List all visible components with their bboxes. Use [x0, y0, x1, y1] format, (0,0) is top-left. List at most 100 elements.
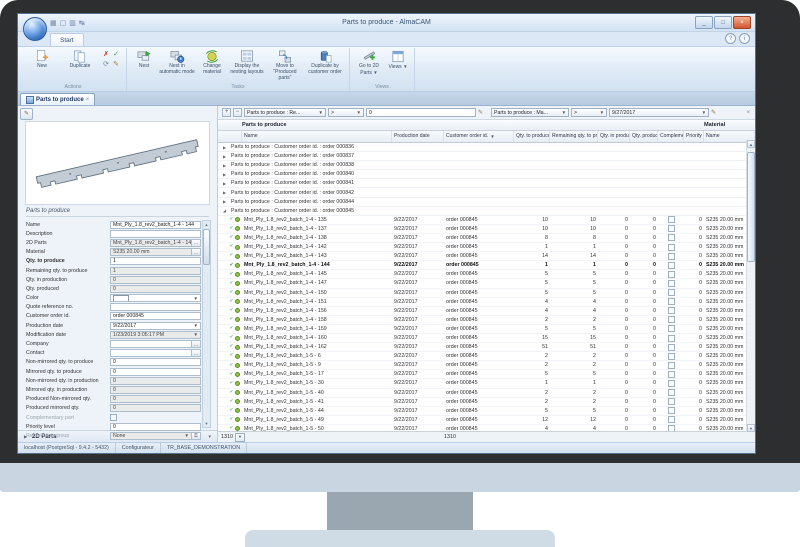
group-row[interactable]: ▶Parts to produce : Customer order id. :…: [218, 161, 747, 170]
complementary-checkbox[interactable]: [668, 371, 675, 378]
complementary-checkbox[interactable]: [668, 271, 675, 278]
complementary-checkbox[interactable]: [668, 244, 675, 251]
field-input[interactable]: 9/22/2017▼: [110, 322, 201, 330]
column-header[interactable]: Customer order id. ▼: [444, 131, 514, 142]
complementary-checkbox[interactable]: [668, 416, 675, 423]
column-header[interactable]: Qty. in production: [598, 131, 630, 142]
field-input[interactable]: [110, 303, 201, 311]
field-browse-button[interactable]: …: [192, 239, 201, 247]
field-input[interactable]: 1: [110, 257, 201, 265]
filter-field-1-select[interactable]: Parts to produce : Re...▼: [244, 108, 326, 117]
field-input[interactable]: S235 20.00 mm: [110, 248, 192, 256]
field-input[interactable]: 0: [110, 423, 201, 431]
complementary-checkbox[interactable]: [668, 325, 675, 332]
complementary-checkbox[interactable]: [668, 225, 675, 232]
table-scroll-thumb[interactable]: [747, 152, 755, 262]
expand-group-icon[interactable]: ▶: [223, 163, 228, 168]
field-input[interactable]: 0: [110, 276, 201, 284]
complementary-checkbox[interactable]: [668, 253, 675, 260]
field-input[interactable]: 0: [110, 368, 201, 376]
chevron-down-icon[interactable]: ▼: [194, 296, 198, 301]
field-input[interactable]: 0: [110, 395, 201, 403]
complementary-checkbox[interactable]: [668, 234, 675, 241]
edit-filter-2-icon[interactable]: ✎: [711, 109, 716, 116]
table-row[interactable]: ✓Mnt_Ply_1.8_rev2_batch_1-4 - 1569/22/20…: [218, 307, 747, 316]
complementary-part-checkbox[interactable]: [110, 414, 117, 421]
ribbon-tab-start[interactable]: Start: [50, 33, 84, 46]
table-row[interactable]: ✓Mnt_Ply_1.8_rev2_batch_1-4 - 1449/22/20…: [218, 261, 747, 270]
table-row[interactable]: ✓Mnt_Ply_1.8_rev2_batch_1-5 - 419/22/201…: [218, 398, 747, 407]
table-row[interactable]: ✓Mnt_Ply_1.8_rev2_batch_1-4 - 1389/22/20…: [218, 234, 747, 243]
delete-icon[interactable]: ✗: [101, 50, 111, 60]
field-input[interactable]: 0: [110, 377, 201, 385]
column-header[interactable]: Name: [242, 131, 392, 142]
group-row[interactable]: ▶Parts to produce : Customer order id. :…: [218, 143, 747, 152]
collapse-group-icon[interactable]: ◢: [223, 208, 228, 213]
table-row[interactable]: ✓Mnt_Ply_1.8_rev2_batch_1-4 - 1609/22/20…: [218, 334, 747, 343]
duplicate-button[interactable]: Duplicate: [61, 48, 99, 70]
filter-value-1-input[interactable]: 0: [366, 108, 476, 117]
table-row[interactable]: ✓Mnt_Ply_1.8_rev2_batch_1-4 - 1509/22/20…: [218, 289, 747, 298]
summary-dropdown[interactable]: ▼: [235, 433, 245, 442]
chevron-down-icon[interactable]: ▼: [194, 332, 198, 337]
table-row[interactable]: ✓Mnt_Ply_1.8_rev2_batch_1-4 - 1439/22/20…: [218, 252, 747, 261]
field-input[interactable]: 1: [110, 267, 201, 275]
field-input[interactable]: order 000845: [110, 312, 201, 320]
nest-automatic-button[interactable]: Nest in automatic mode: [158, 48, 196, 76]
table-row[interactable]: ✓Mnt_Ply_1.8_rev2_batch_1-4 - 1359/22/20…: [218, 216, 747, 225]
edit-part-button[interactable]: ✎: [20, 108, 33, 120]
field-input[interactable]: [110, 349, 192, 357]
expand-group-icon[interactable]: ▶: [223, 172, 228, 177]
field-input[interactable]: None▼: [110, 432, 192, 440]
scroll-down-icon[interactable]: ▼: [203, 420, 210, 427]
go-to-2d-parts-button[interactable]: Go to 2D Parts ▼: [353, 48, 385, 77]
filter-icon[interactable]: ▼: [490, 131, 494, 142]
refresh-icon[interactable]: ⟳: [101, 60, 111, 70]
table-row[interactable]: ✓Mnt_Ply_1.8_rev2_batch_1-5 - 409/22/201…: [218, 389, 747, 398]
complementary-checkbox[interactable]: [668, 389, 675, 396]
complementary-checkbox[interactable]: [668, 280, 675, 287]
complementary-checkbox[interactable]: [668, 344, 675, 351]
complementary-checkbox[interactable]: [668, 362, 675, 369]
part-preview[interactable]: [25, 121, 210, 205]
complementary-checkbox[interactable]: [668, 307, 675, 314]
column-header[interactable]: Remaining qty. to produce: [550, 131, 598, 142]
filter-operator-2-select[interactable]: >▼: [571, 108, 607, 117]
table-row[interactable]: ✓Mnt_Ply_1.8_rev2_batch_1-4 - 1589/22/20…: [218, 316, 747, 325]
tab-parts-to-produce[interactable]: Parts to produce ×: [20, 93, 95, 105]
field-browse-button[interactable]: ⚿: [192, 432, 201, 440]
new-button[interactable]: New: [23, 48, 61, 70]
complementary-checkbox[interactable]: [668, 380, 675, 387]
field-input[interactable]: 1/23/2019 3:05:17 PM▼: [110, 331, 201, 339]
complementary-checkbox[interactable]: [668, 353, 675, 360]
table-row[interactable]: ✓Mnt_Ply_1.8_rev2_batch_1-5 - 449/22/201…: [218, 407, 747, 416]
move-to-produced-button[interactable]: Move to "Produced parts": [266, 48, 304, 81]
add-filter-button[interactable]: +: [222, 108, 231, 117]
help-icon[interactable]: ?: [725, 33, 736, 44]
table-row[interactable]: ✓Mnt_Ply_1.8_rev2_batch_1-4 - 1519/22/20…: [218, 298, 747, 307]
panel-scrollbar[interactable]: ▲ ▼: [202, 220, 211, 428]
panel-close-icon[interactable]: ×: [746, 110, 751, 116]
expand-group-icon[interactable]: ▶: [223, 199, 228, 204]
collapse-indicator-icon[interactable]: ▾: [208, 434, 211, 440]
chevron-down-icon[interactable]: ▼: [194, 323, 198, 328]
close-button[interactable]: ×: [733, 16, 751, 29]
field-input[interactable]: ▼: [110, 294, 201, 302]
table-row[interactable]: ✓Mnt_Ply_1.8_rev2_batch_1-4 - 1629/22/20…: [218, 343, 747, 352]
complementary-checkbox[interactable]: [668, 298, 675, 305]
table-row[interactable]: ✓Mnt_Ply_1.8_rev2_batch_1-5 - 179/22/201…: [218, 370, 747, 379]
field-input[interactable]: 0: [110, 404, 201, 412]
field-browse-button[interactable]: …: [192, 349, 201, 357]
expand-group-icon[interactable]: ▶: [223, 190, 228, 195]
complementary-checkbox[interactable]: [668, 262, 675, 269]
field-input[interactable]: [110, 340, 192, 348]
complementary-checkbox[interactable]: [668, 289, 675, 296]
complementary-checkbox[interactable]: [668, 316, 675, 323]
maximize-button[interactable]: □: [714, 16, 732, 29]
complementary-checkbox[interactable]: [668, 398, 675, 405]
scroll-down-icon[interactable]: ▼: [747, 424, 755, 432]
table-row[interactable]: ✓Mnt_Ply_1.8_rev2_batch_1-5 - 69/22/2017…: [218, 352, 747, 361]
group-row[interactable]: ▶Parts to produce : Customer order id. :…: [218, 170, 747, 179]
chevron-down-icon[interactable]: ▼: [185, 433, 189, 438]
scroll-up-icon[interactable]: ▲: [203, 221, 210, 228]
